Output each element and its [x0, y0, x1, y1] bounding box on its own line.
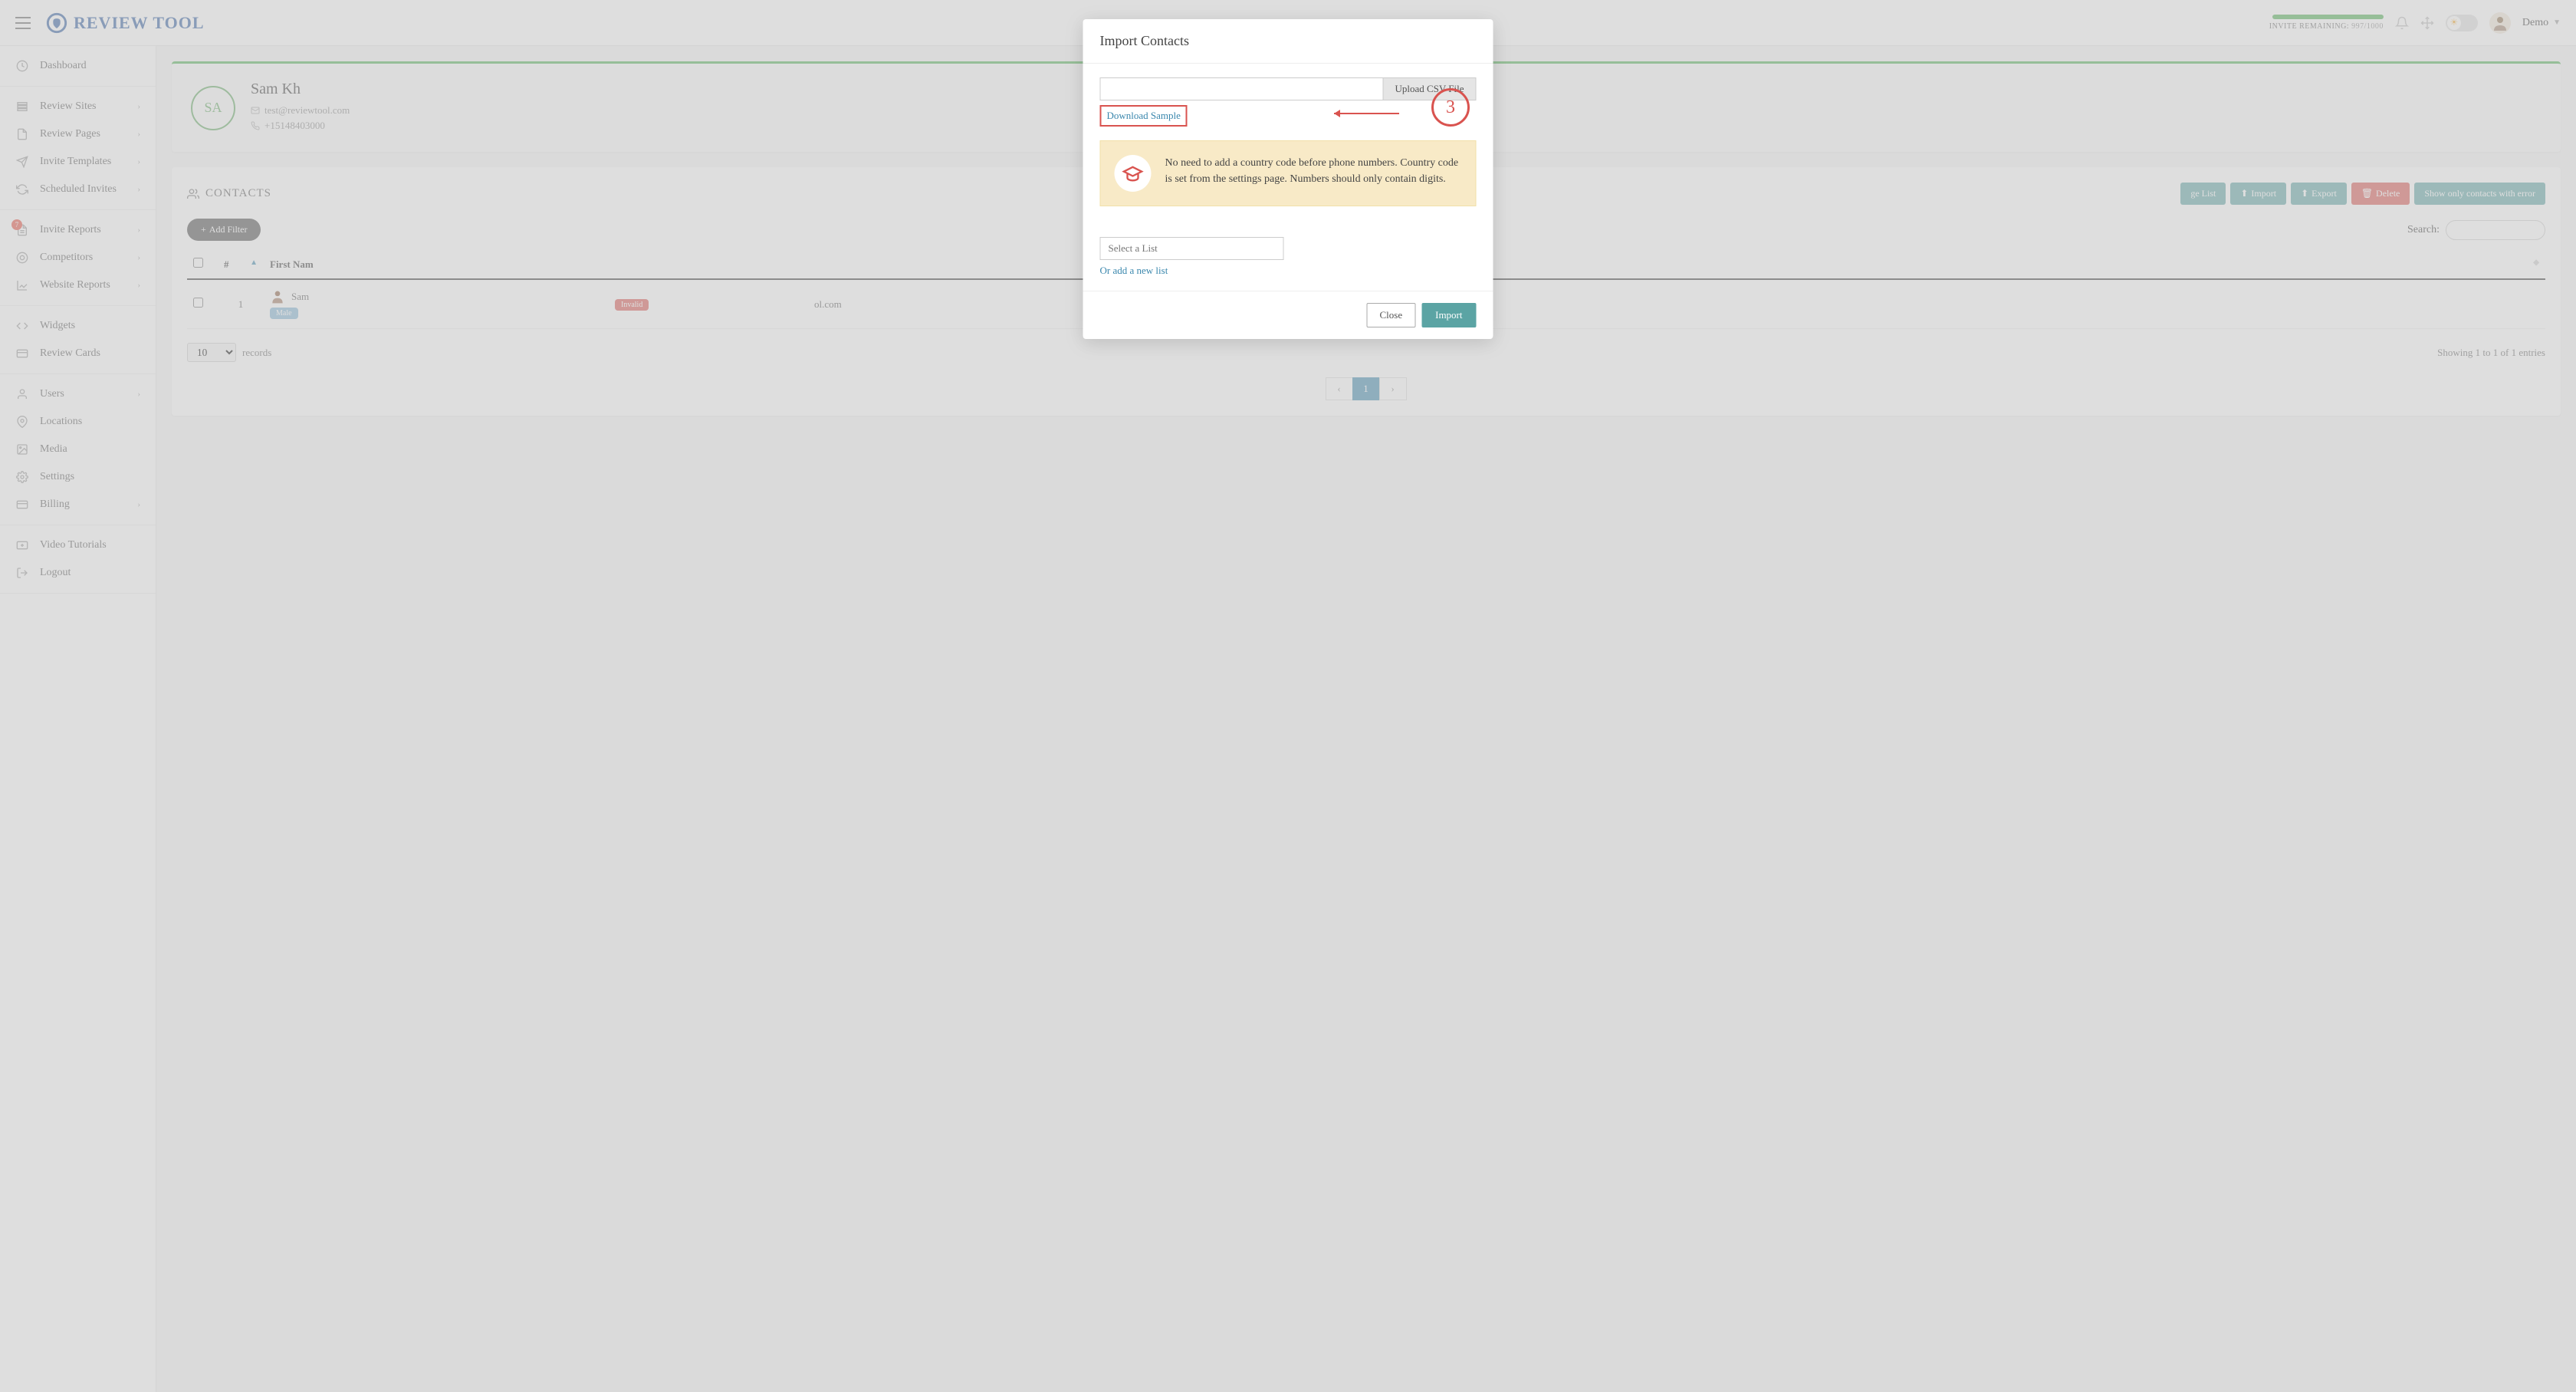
- info-box: No need to add a country code before pho…: [1100, 140, 1477, 206]
- annotation-number: 3: [1431, 88, 1470, 127]
- info-text: No need to add a country code before pho…: [1165, 155, 1462, 187]
- import-button[interactable]: Import: [1421, 303, 1476, 327]
- close-button[interactable]: Close: [1366, 303, 1415, 327]
- annotation-arrow: [1326, 106, 1403, 121]
- add-new-list-link[interactable]: Or add a new list: [1100, 265, 1477, 277]
- list-select[interactable]: [1100, 237, 1284, 260]
- graduation-cap-icon: [1115, 155, 1152, 192]
- import-modal: Import Contacts Upload CSV File Download…: [1083, 19, 1493, 339]
- modal-title: Import Contacts: [1083, 19, 1493, 64]
- file-path-input[interactable]: [1100, 77, 1383, 100]
- download-sample-link[interactable]: Download Sample: [1100, 105, 1188, 127]
